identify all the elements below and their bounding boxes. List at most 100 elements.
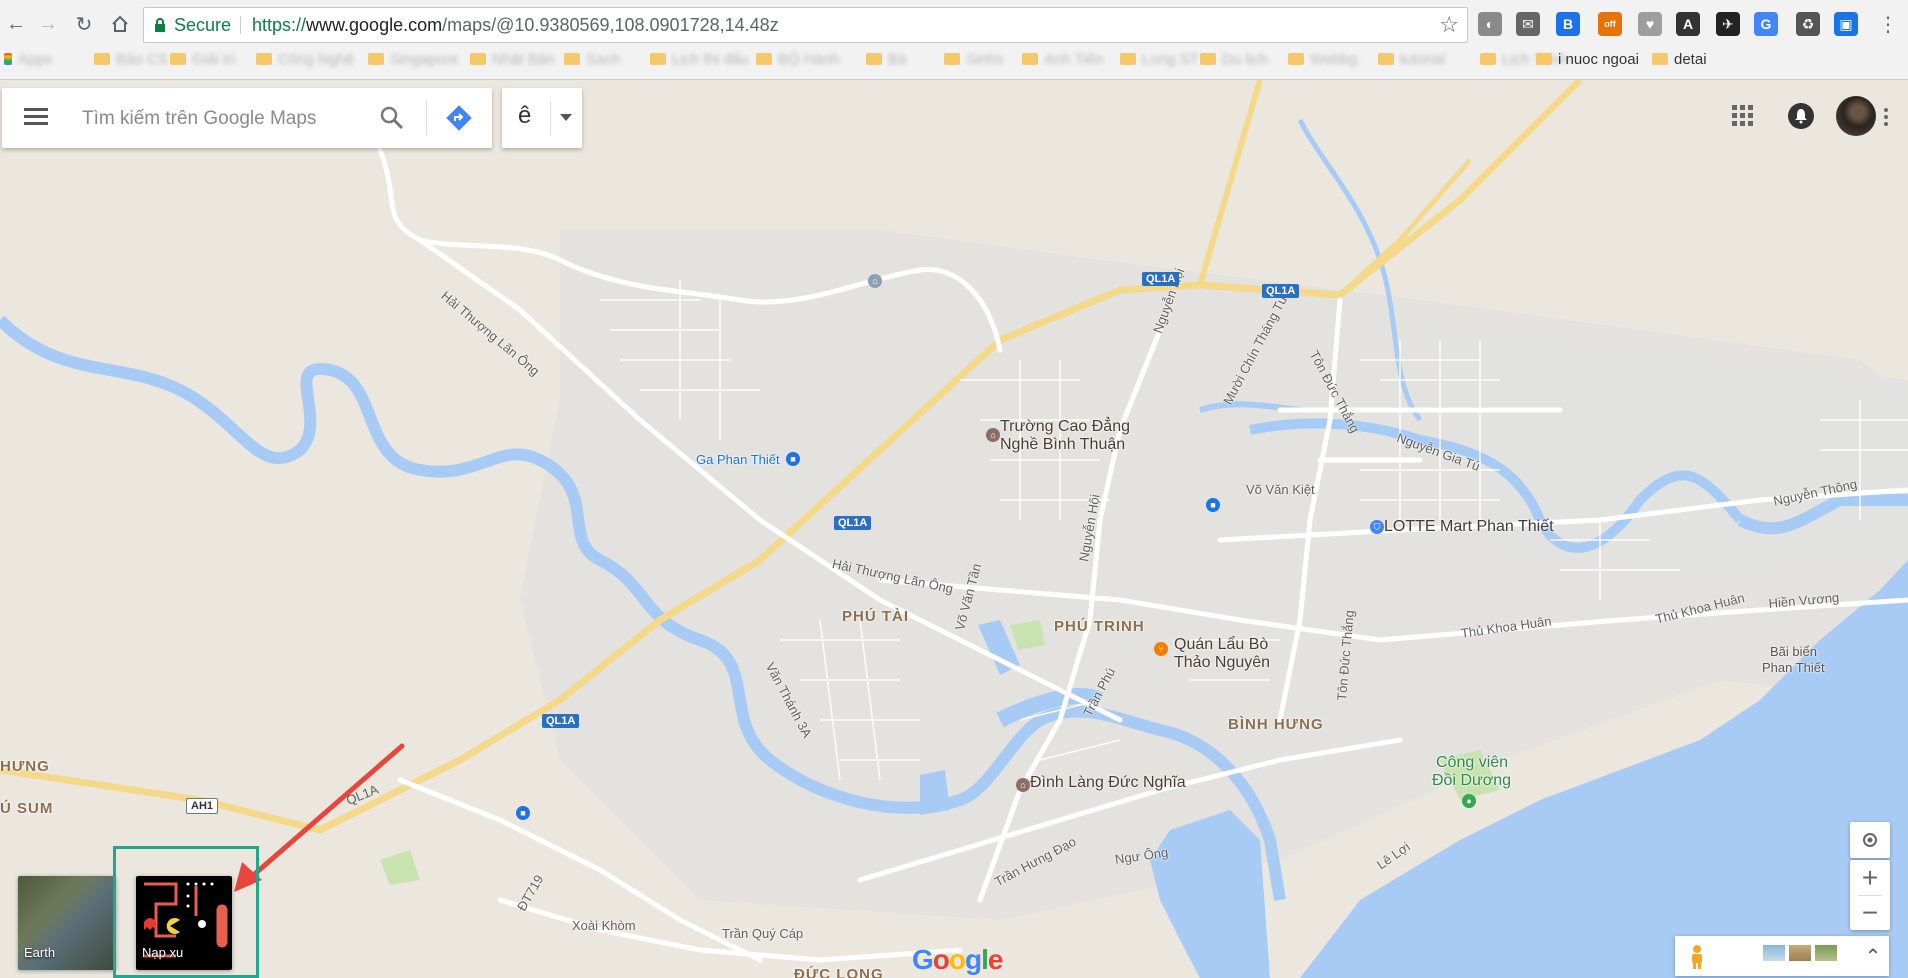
bookmark-item[interactable]: Lịch thi đấu [650, 49, 749, 69]
route-shield-ql1a[interactable]: QL1A [542, 714, 580, 728]
folder-icon [170, 53, 186, 65]
map-label-bai-bien-1[interactable]: Bãi biển [1770, 644, 1817, 659]
bookmark-label: Bà [888, 50, 907, 68]
pegman-icon[interactable] [1689, 944, 1705, 970]
forward-arrow-icon[interactable]: → [36, 12, 60, 36]
bookmark-item[interactable]: Nhật Bản [470, 49, 555, 69]
map-label-bai-bien-2[interactable]: Phan Thiết [1762, 660, 1825, 675]
map-label-truong-cd-1[interactable]: Trường Cao Đẳng [1000, 418, 1130, 436]
thumbnail-sky-icon[interactable] [1763, 945, 1785, 961]
route-shield-ql1a[interactable]: QL1A [834, 516, 872, 530]
more-vert-icon[interactable] [1884, 108, 1890, 130]
bookmark-item[interactable]: Anh Tiến [1022, 49, 1103, 69]
satellite-view-tile[interactable]: Earth [18, 876, 116, 970]
reload-icon[interactable]: ↻ [72, 12, 96, 36]
map-label-duc-long[interactable]: ĐỨC LONG [794, 966, 884, 978]
my-location-button[interactable] [1850, 822, 1890, 858]
map-poi-marker-icon[interactable]: ⛉ [1370, 520, 1384, 534]
zoom-out-button[interactable]: − [1850, 895, 1890, 930]
folder-icon [1022, 53, 1038, 65]
translate-extension-icon[interactable]: G [1754, 12, 1778, 36]
bookmark-item[interactable]: Singapore [368, 49, 458, 69]
secure-indicator[interactable]: Secure [154, 8, 231, 42]
route-shield-ah1[interactable]: AH1 [186, 798, 219, 814]
map-poi-marker-icon[interactable]: ● [1462, 794, 1476, 808]
search-input[interactable] [80, 100, 374, 138]
map-label-hung[interactable]: HƯNG [0, 758, 50, 775]
directions-icon[interactable] [445, 104, 473, 132]
thumbnail-field-icon[interactable] [1789, 945, 1811, 961]
expand-chevron-icon[interactable]: ⌃ [1861, 942, 1885, 970]
map-poi-marker-icon[interactable]: ⌂ [1016, 778, 1030, 792]
map-label-cong-vien-1[interactable]: Công viên [1436, 754, 1508, 772]
bookmark-label: i nuoc ngoai [1558, 50, 1639, 68]
map-label-tran-quy-cap[interactable]: Trần Quý Cáp [722, 926, 803, 941]
map-poi-marker-icon[interactable]: ■ [786, 452, 800, 466]
avatar[interactable] [1836, 96, 1876, 136]
route-shield-ql1a[interactable]: QL1A [1142, 272, 1180, 286]
map-graphics [0, 80, 1908, 978]
adblock-extension-icon[interactable]: off [1598, 12, 1622, 36]
map-poi-marker-icon[interactable]: ■ [1206, 498, 1220, 512]
map-label-phu-tai[interactable]: PHÚ TÀI [842, 608, 909, 625]
blue-extension-icon[interactable]: B [1556, 12, 1580, 36]
bookmark-item[interactable]: Apps [4, 49, 52, 69]
bookmark-item[interactable]: Sach [564, 49, 620, 69]
map-label-quan-lau-1[interactable]: Quán Lẩu Bò [1174, 636, 1268, 654]
map-poi-marker-icon[interactable]: ⑂ [1154, 642, 1168, 656]
zoom-in-button[interactable]: + [1850, 860, 1890, 895]
address-bar[interactable]: Secure https://www.google.com/maps/@10.9… [143, 7, 1468, 43]
bookmark-star-icon[interactable]: ☆ [1439, 8, 1459, 42]
bookmarks-bar: Apps Bảo CS Giải tri Công Nghệ Singapore Nhật… [0, 45, 1908, 73]
bookmark-item[interactable]: i nuoc ngoai [1536, 49, 1639, 69]
map-poi-marker-icon[interactable]: ■ [516, 806, 530, 820]
input-method-letter[interactable]: ê [518, 102, 531, 130]
bird-extension-icon[interactable]: ✈ [1716, 12, 1740, 36]
url-text[interactable]: https://www.google.com/maps/@10.9380569,… [252, 8, 779, 42]
map-label-u-sum[interactable]: Ú SUM [0, 800, 53, 817]
map-label-binh-hung[interactable]: BÌNH HƯNG [1228, 716, 1324, 733]
search-icon[interactable] [378, 104, 406, 132]
bookmark-item[interactable]: Giải tri [170, 49, 235, 69]
bookmark-item[interactable]: Bà [866, 49, 906, 69]
apps-grid-icon[interactable] [1732, 105, 1754, 127]
map-label-phu-trinh[interactable]: PHÚ TRINH [1054, 618, 1145, 635]
map-poi-marker-icon[interactable]: ⌂ [868, 274, 882, 288]
bookmark-item[interactable]: Webbg [1288, 49, 1357, 69]
triangle-extension-icon[interactable]: A [1676, 12, 1700, 36]
map-label-lotte[interactable]: LOTTE Mart Phan Thiết [1384, 518, 1554, 536]
thumbnail-grass-icon[interactable] [1815, 945, 1837, 961]
map-label-ga-phan-thiet[interactable]: Ga Phan Thiết [696, 452, 780, 467]
bookmark-item[interactable]: Du lịch [1200, 49, 1268, 69]
folder-icon [1480, 53, 1496, 65]
heart-extension-icon[interactable]: ♥ [1638, 12, 1662, 36]
bookmark-label: Sach [586, 50, 621, 68]
chevron-down-icon[interactable] [560, 114, 572, 121]
menu-icon[interactable] [24, 108, 48, 126]
map-label-quan-lau-2[interactable]: Thảo Nguyên [1174, 654, 1270, 672]
bookmark-item[interactable]: Công Nghệ [256, 49, 354, 69]
mail-extension-icon[interactable]: ✉ [1516, 12, 1540, 36]
bookmark-item[interactable]: Sinhs [944, 49, 1004, 69]
map-label-cong-vien-2[interactable]: Đồi Dương [1432, 772, 1511, 790]
cast-extension-icon[interactable]: ▣ [1834, 12, 1858, 36]
bookmark-item[interactable]: Bảo CS [94, 49, 168, 69]
map-poi-marker-icon[interactable]: ⌂ [986, 428, 1000, 442]
bookmark-item[interactable]: detai [1652, 49, 1707, 69]
home-icon[interactable] [108, 12, 132, 36]
map-canvas[interactable]: Hải Thượng Lãn Ông Hải Thượng Lãn Ông Ga P… [0, 80, 1908, 978]
bookmark-item[interactable]: tutorial [1378, 49, 1445, 69]
pacman-game-tile[interactable]: Nạp xu [136, 876, 232, 970]
bookmark-item[interactable]: BỘ Hành [756, 49, 840, 69]
cloud-extension-icon[interactable]: ◐ [1478, 12, 1502, 36]
recycle-extension-icon[interactable]: ♻ [1796, 12, 1820, 36]
bookmark-item[interactable]: Long ST [1120, 49, 1199, 69]
map-label-dinh-lang[interactable]: Đình Làng Đức Nghĩa [1030, 774, 1186, 792]
map-label-vo-van-kiet[interactable]: Võ Văn Kiệt [1246, 482, 1315, 497]
route-shield-ql1a[interactable]: QL1A [1262, 284, 1300, 298]
browser-menu-icon[interactable]: ⋮ [1876, 12, 1900, 36]
back-arrow-icon[interactable]: ← [4, 12, 28, 36]
map-label-truong-cd-2[interactable]: Nghề Bình Thuận [1000, 436, 1125, 454]
notifications-bell-icon[interactable] [1788, 103, 1814, 129]
map-label-xoai-khom[interactable]: Xoài Khòm [572, 918, 636, 933]
